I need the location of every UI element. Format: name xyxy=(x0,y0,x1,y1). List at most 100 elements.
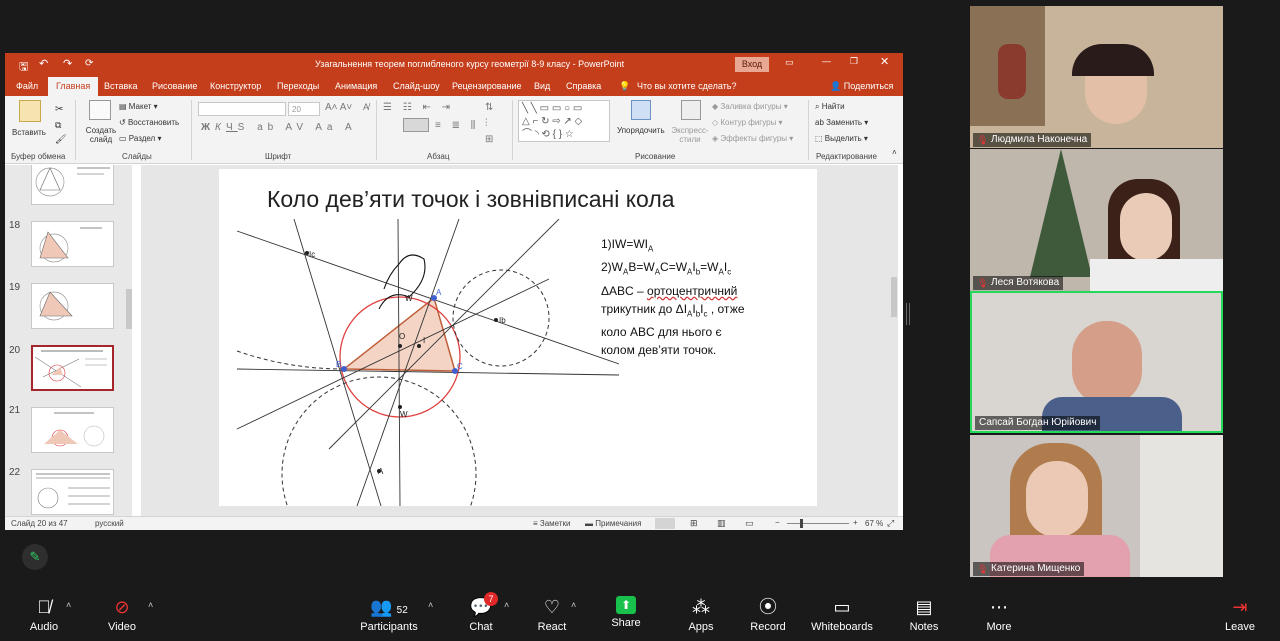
tab-transitions[interactable]: Переходы xyxy=(277,81,319,91)
ribbon-options-icon[interactable]: ▭ xyxy=(785,57,794,68)
chat-button[interactable]: 💬 7 Chat xyxy=(464,590,498,641)
share-button[interactable]: 👤 Поделиться xyxy=(830,81,893,92)
fit-slide-icon[interactable]: ⤢ xyxy=(887,518,894,529)
comments-button[interactable]: ▬ Примечания xyxy=(585,519,641,528)
login-button[interactable]: Вход xyxy=(735,57,769,72)
tab-animations[interactable]: Анимация xyxy=(335,81,377,91)
video-button[interactable]: ⊘ Video xyxy=(102,590,142,641)
quick-styles-button[interactable]: Экспресс-стили xyxy=(669,126,711,144)
tab-design[interactable]: Конструктор xyxy=(210,81,261,91)
slide-thumbnail[interactable] xyxy=(31,469,114,515)
share-screen-button[interactable]: ⬆ Share xyxy=(608,590,644,641)
maximize-icon[interactable]: ❐ xyxy=(850,56,858,67)
tab-draw[interactable]: Рисование xyxy=(152,81,197,91)
slide-thumbnail[interactable] xyxy=(31,165,114,205)
clear-format-icon[interactable]: A̸ xyxy=(363,102,369,112)
shape-outline-button[interactable]: ◇ Контур фигуры ▾ xyxy=(712,118,783,127)
tab-slideshow[interactable]: Слайд-шоу xyxy=(393,81,440,91)
font-style-buttons[interactable]: ЖКЧS ab AV Aa xyxy=(201,122,337,133)
video-tile[interactable]: 🎙 Катерина Мищенко xyxy=(970,435,1223,577)
slide-scrollbar[interactable] xyxy=(891,277,897,317)
arrange-icon[interactable] xyxy=(631,100,651,120)
video-options-chevron-icon[interactable]: ˄ xyxy=(148,600,153,610)
notes-button[interactable]: ≡ Заметки xyxy=(533,519,571,528)
font-color-icon[interactable]: A xyxy=(345,122,352,133)
grow-font-icon[interactable]: A˄ A˅ xyxy=(325,102,352,113)
close-icon[interactable]: ✕ xyxy=(880,55,889,68)
whiteboards-button[interactable]: ▭ Whiteboards xyxy=(810,590,874,641)
reset-button[interactable]: ↺ Восстановить xyxy=(119,118,179,127)
zoom-slider[interactable] xyxy=(787,523,849,524)
tab-help[interactable]: Справка xyxy=(566,81,601,91)
apps-button[interactable]: ⁂ Apps xyxy=(684,590,718,641)
font-name-box[interactable] xyxy=(198,102,286,116)
shape-fill-button[interactable]: ◆ Заливка фигуры ▾ xyxy=(712,102,788,111)
list-buttons[interactable]: ☰ ☷ ⇤ ⇥ xyxy=(383,102,454,113)
zoom-in-icon[interactable]: + xyxy=(853,518,858,527)
tab-insert[interactable]: Вставка xyxy=(104,81,137,91)
more-button[interactable]: ⋯ More xyxy=(982,590,1016,641)
sorter-view-icon[interactable]: ⊞ xyxy=(690,518,698,529)
replace-button[interactable]: ab Заменить ▾ xyxy=(815,118,868,127)
tab-file[interactable]: Файл xyxy=(16,81,38,91)
format-painter-icon[interactable]: 🖌 xyxy=(55,134,66,145)
font-size-box[interactable]: 20 xyxy=(288,102,320,116)
slide-thumbnail[interactable] xyxy=(31,407,114,453)
participants-options-chevron-icon[interactable]: ˄ xyxy=(428,600,433,610)
annotate-pen-icon[interactable]: ✎ xyxy=(22,544,48,570)
section-button[interactable]: ▭ Раздел ▾ xyxy=(119,134,161,143)
notes-button[interactable]: ▤ Notes xyxy=(906,590,942,641)
zoom-out-icon[interactable]: − xyxy=(775,518,780,527)
normal-view-icon[interactable] xyxy=(655,518,675,529)
zoom-level[interactable]: 67 % xyxy=(865,519,883,528)
text-direction-icon[interactable]: ⇅ xyxy=(485,102,493,113)
collapse-ribbon-icon[interactable]: ˄ xyxy=(892,148,897,157)
align-buttons[interactable]: ≡ ≣ ⫼ xyxy=(435,120,479,131)
slide-thumbnail-selected[interactable] xyxy=(31,345,114,391)
shape-effects-button[interactable]: ◈ Эффекты фигуры ▾ xyxy=(712,134,793,143)
record-button[interactable]: ⦿ Record xyxy=(748,590,788,641)
cut-icon[interactable]: ✂ xyxy=(55,104,63,115)
language-indicator[interactable]: русский xyxy=(95,519,124,528)
paste-icon[interactable] xyxy=(19,100,41,122)
tell-me-search[interactable]: Что вы хотите сделать? xyxy=(637,81,737,91)
slide-thumbnail[interactable] xyxy=(31,283,114,329)
video-tile-active-speaker[interactable]: Сапсай Богдан Юрійович xyxy=(970,291,1223,433)
new-slide-button[interactable]: Создать слайд xyxy=(84,126,118,144)
shapes-gallery[interactable]: ╲ ╲ ▭ ▭ ○ ▭ △ ⌐ ↻ ⇨ ↗ ◇ ⌒ ◝ ⟲ { } ☆ xyxy=(518,100,610,142)
layout-button[interactable]: ▤ Макет ▾ xyxy=(119,102,158,111)
slide-thumbnail[interactable] xyxy=(31,221,114,267)
undo-icon[interactable]: ↶ xyxy=(39,57,48,70)
react-options-chevron-icon[interactable]: ˄ xyxy=(571,600,576,610)
find-button[interactable]: ⌕ Найти xyxy=(815,102,845,112)
select-button[interactable]: ⬚ Выделить ▾ xyxy=(815,134,868,143)
chat-options-chevron-icon[interactable]: ˄ xyxy=(504,600,509,610)
presenter-icon[interactable]: ⟳ xyxy=(85,58,93,69)
copy-icon[interactable]: ⧉ xyxy=(55,120,61,131)
paste-button[interactable]: Вставить xyxy=(12,128,46,137)
tab-home[interactable]: Главная xyxy=(48,77,99,96)
leave-button[interactable]: ⇥ Leave xyxy=(1222,590,1258,641)
quick-styles-icon[interactable] xyxy=(681,100,701,120)
audio-button[interactable]: 🎙̸ Audio xyxy=(24,590,64,641)
redo-icon[interactable]: ↷ xyxy=(63,57,72,70)
reading-view-icon[interactable]: ▥ xyxy=(717,518,726,529)
thumbnail-scrollbar[interactable] xyxy=(126,289,132,329)
react-button[interactable]: ♡ React xyxy=(535,590,569,641)
tab-view[interactable]: Вид xyxy=(534,81,550,91)
align-text-icon[interactable]: ⫶ xyxy=(485,118,488,129)
arrange-button[interactable]: Упорядочить xyxy=(617,126,665,135)
zoom-slider-thumb[interactable] xyxy=(800,519,803,528)
tab-review[interactable]: Рецензирование xyxy=(452,81,522,91)
slideshow-view-icon[interactable]: ▭ xyxy=(745,518,754,529)
split-handle[interactable] xyxy=(906,303,910,325)
align-left-icon[interactable] xyxy=(403,118,429,132)
participants-button[interactable]: 👥 52 Participants xyxy=(358,590,420,641)
audio-options-chevron-icon[interactable]: ˄ xyxy=(66,600,71,610)
smartart-icon[interactable]: ⊞ xyxy=(485,134,493,145)
minimize-icon[interactable]: — xyxy=(822,56,831,66)
video-tile[interactable]: 🎙 Людмила Наконечна xyxy=(970,6,1223,148)
save-icon[interactable]: 🖫 xyxy=(19,58,28,77)
video-tile[interactable]: 🎙 Леся Вотякова xyxy=(970,149,1223,291)
new-slide-icon[interactable] xyxy=(89,100,111,120)
